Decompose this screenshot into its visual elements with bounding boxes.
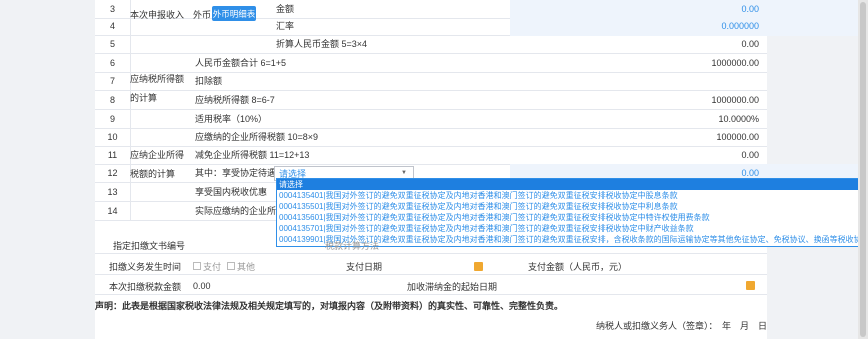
row-label: 减免企业所得税额 11=12+13 xyxy=(195,150,310,161)
late-fee-label: 加收滞纳金的起始日期 xyxy=(407,281,498,292)
option-other[interactable]: 其他 xyxy=(227,257,255,275)
withhold-time-label: 扣缴义务发生时间 xyxy=(109,261,182,272)
group-label-taxable-1: 应纳税所得额 xyxy=(130,73,185,84)
dropdown-option[interactable]: 0004135401|我国对外签订的避免双重征税协定及内地对香港和澳门签订的避免… xyxy=(277,190,867,201)
declaration-text: 声明：此表是根据国家税收法律法规及相关规定填写的，对填报内容（及附带资料）的真实… xyxy=(95,301,564,311)
chevron-down-icon: ▼ xyxy=(401,170,407,176)
row-label: 汇率 xyxy=(276,21,295,32)
checkbox-icon xyxy=(227,262,235,270)
row-value: 0.00 xyxy=(741,149,759,160)
row-value[interactable]: 0.000000 xyxy=(567,17,767,35)
row-label: 享受国内税收优惠 xyxy=(195,187,268,198)
table-row: 7 扣除额 xyxy=(95,72,767,91)
option-pay[interactable]: 支付 xyxy=(193,257,221,275)
doc-number-row: 指定扣缴文书编号 税款计算方法 xyxy=(95,236,767,254)
checkbox-icon xyxy=(193,262,201,270)
row-number: 11 xyxy=(107,149,118,160)
scrollbar-thumb[interactable] xyxy=(860,2,866,337)
row-number: 13 xyxy=(107,186,118,197)
row-label: 适用税率（10%） xyxy=(195,114,268,125)
row-label: 人民币金额合计 6=1+5 xyxy=(195,58,287,69)
pay-amount-label: 支付金额（人民币，元） xyxy=(528,261,628,272)
row-value: 100000.00 xyxy=(716,131,759,142)
group-label-payable-2: 税额的计算 xyxy=(130,168,176,179)
signature-line: 纳税人或扣缴义务人（签章）： 年 月 日 xyxy=(596,321,768,331)
row-value: 1000000.00 xyxy=(711,57,759,68)
foreign-currency-label: 外币 xyxy=(193,9,212,20)
table-row: 8 应纳税所得额 8=6-7 1000000.00 xyxy=(95,91,767,110)
divider xyxy=(130,202,131,221)
divider xyxy=(130,183,131,202)
row-label: 其中：享受协定待遇 xyxy=(195,168,277,179)
row-value: 10.0000% xyxy=(718,113,759,124)
dropdown-option[interactable]: 0004135701|我国对外签订的避免双重征税协定及内地对香港和澳门签订的避免… xyxy=(277,223,867,234)
table-row: 9 适用税率（10%） 10.0000% xyxy=(95,110,767,129)
withheld-value[interactable]: 0.00 xyxy=(193,277,211,295)
calendar-icon[interactable] xyxy=(746,281,755,290)
row-number: 3 xyxy=(109,3,115,14)
pay-date-label: 支付日期 xyxy=(346,261,383,272)
withhold-time-row: 扣缴义务发生时间 支付 其他 支付日期 支付金额（人民币，元） xyxy=(95,257,767,275)
row-number: 9 xyxy=(109,113,115,124)
table-row: 10 应缴纳的企业所得税额 10=8×9 100000.00 xyxy=(95,128,767,147)
row-number: 4 xyxy=(109,20,115,31)
group-label-taxable-2: 的计算 xyxy=(130,92,158,103)
withheld-row: 本次扣缴税款金额 0.00 加收滞纳金的起始日期 xyxy=(95,277,767,295)
row-number: 7 xyxy=(109,75,115,86)
calendar-icon[interactable] xyxy=(474,262,483,271)
withheld-label: 本次扣缴税款金额 xyxy=(109,281,182,292)
row-number: 14 xyxy=(107,205,118,216)
row-label: 应纳税所得额 8=6-7 xyxy=(195,95,275,106)
doc-number-label: 指定扣缴文书编号 xyxy=(113,240,186,251)
foreign-currency-detail-button[interactable]: 外币明细表 xyxy=(212,6,256,21)
row-number: 6 xyxy=(109,57,115,68)
row-number: 5 xyxy=(109,38,115,49)
table-row: 5 折算人民币金额 5=3×4 0.00 xyxy=(95,35,767,54)
table-row: 11 减免企业所得税额 11=12+13 0.00 xyxy=(95,146,767,165)
divider xyxy=(130,110,131,129)
row-number: 12 xyxy=(107,167,118,178)
vertical-scrollbar[interactable] xyxy=(858,0,868,339)
divider xyxy=(130,35,131,54)
group-label-payable-1: 应纳企业所得 xyxy=(130,149,185,160)
row-label: 应缴纳的企业所得税额 10=8×9 xyxy=(195,132,319,143)
dropdown-option[interactable]: 请选择 xyxy=(277,179,867,190)
row-number: 10 xyxy=(107,131,118,142)
divider xyxy=(130,128,131,147)
row-value[interactable]: 0.00 xyxy=(567,0,767,18)
row-label: 金额 xyxy=(276,4,295,15)
row-label: 扣除额 xyxy=(195,76,223,87)
row-value: 0.00 xyxy=(741,38,759,49)
table-row: 6 人民币金额合计 6=1+5 1000000.00 xyxy=(95,54,767,73)
dropdown-option[interactable]: 0004135501|我国对外签订的避免双重征税协定及内地对香港和澳门签订的避免… xyxy=(277,201,867,212)
row-number: 8 xyxy=(109,94,115,105)
row-value: 1000000.00 xyxy=(711,94,759,105)
row-value xyxy=(567,72,767,90)
group-label-income: 本次申报收入 xyxy=(130,9,185,20)
row-label: 折算人民币金额 5=3×4 xyxy=(276,39,368,50)
dropdown-option[interactable]: 0004135601|我国对外签订的避免双重征税协定及内地对香港和澳门签订的避免… xyxy=(277,212,867,223)
calc-method-label: 税款计算方法 xyxy=(325,240,380,251)
